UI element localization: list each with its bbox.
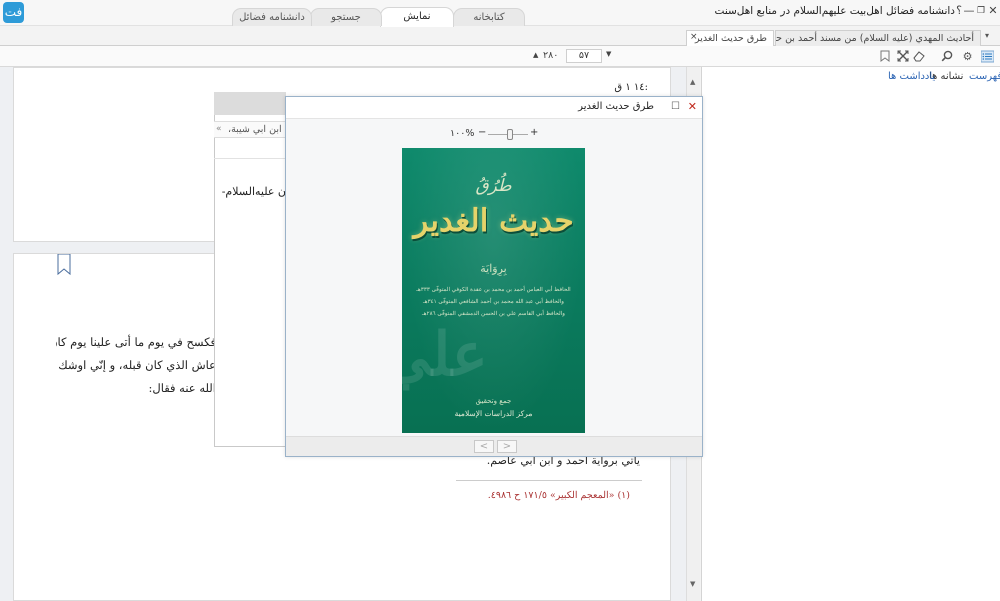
background-dialog-header [214,92,286,115]
image-viewer-title: طرق حديث الغدير [578,101,654,112]
previous-image-button[interactable]: < [474,440,494,453]
cover-title-top: طُرُقُ [475,176,512,196]
minimize-button[interactable]: — [963,5,975,17]
cover-watermark: علي [402,320,488,390]
page-upper-fragment: :١٤ ١ ق [614,82,648,93]
bookmark-icon[interactable] [878,50,891,63]
background-dialog-text: ن عليه‌السلام- [221,185,286,198]
background-dialog-divider [214,145,286,159]
image-viewer-footer [286,436,702,456]
zoom-in-button[interactable]: + [530,127,538,138]
zoom-out-button[interactable]: − [478,127,486,138]
maximize-icon[interactable]: ☐ [671,101,680,112]
app-logo: فت [3,2,24,23]
restore-button[interactable]: ❐ [975,5,987,17]
settings-gear-icon[interactable]: ⚙ [961,50,974,63]
cover-subtitle: بِرِوَايَة [480,262,507,275]
sidebar-tab-notes[interactable]: یادداشت ها [888,71,935,82]
search-icon[interactable] [940,50,953,63]
cover-publisher-bottom: مركز الدراسات الإسلامية [454,409,533,418]
close-button[interactable]: ✕ [987,5,999,17]
cover-publisher-top: جمع وتحقيق [475,397,512,405]
cover-authors: الحافظ أبي العباس أحمد بن محمد بن عقدة ا… [412,284,575,320]
background-dialog-nav-icon[interactable]: « [216,124,222,134]
toolbar [0,46,1000,67]
tab-display[interactable]: نمایش [380,7,454,27]
sidebar-tab-contents[interactable]: فهرست [969,71,1000,82]
zoom-level: ١٠٠% [450,128,475,139]
scroll-down-icon[interactable]: ▼ [690,580,695,588]
close-dialog-icon[interactable]: ✕ [688,100,697,113]
page-lower-paragraph: فكسح في يوم ما أتى علينا يوم كان عاش الذ… [56,331,216,400]
paragraph-line: عاش الذي كان قبله، و إنّي اوشك أن [56,358,216,372]
footnote-divider [456,480,642,481]
background-dialog-row-text: ابن ابي شيبة، [228,124,282,135]
doc-tab-mahdi[interactable]: أحاديث المهدي (عليه السلام) من مسند أحمد… [775,30,981,46]
tab-search[interactable]: جستجو [310,8,382,26]
page-bookmark-icon[interactable] [57,253,71,279]
side-panel [701,67,1000,601]
list-view-icon[interactable] [980,50,995,63]
doc-tab-ghadir[interactable]: طرق حديث الغدير [686,30,774,46]
app-window: دانشنامه فضائل اهل‌بیت علیهم‌السلام در م… [0,0,1000,601]
page-next-arrow-icon[interactable]: ▼ [606,50,611,58]
paragraph-line: فكسح في يوم ما أتى علينا يوم كان [56,335,216,349]
cover-author-line: الحافظ أبي العباس أحمد بن محمد بن عقدة ا… [416,287,571,293]
image-viewer-header: طرق حديث الغدير ☐ ✕ [286,97,702,119]
background-dialog-row[interactable]: « ابن ابي شيبة، [214,121,286,138]
doc-tab-ghadir-label: طرق حديث الغدير [694,33,767,44]
paragraph-line: الله عنه فقال: [148,381,216,395]
zoom-slider-thumb[interactable] [507,129,513,140]
window-title: دانشنامه فضائل اهل‌بیت علیهم‌السلام در م… [714,5,955,17]
book-cover-image: طُرُقُ حديث الغدير بِرِوَايَة الحافظ أبي… [402,148,585,433]
eraser-icon[interactable] [912,50,925,63]
page-total: ۲۸۰ [543,50,559,61]
cover-title-main: حديث الغدير [413,203,574,239]
doc-tab-close-icon[interactable]: × [690,32,698,42]
tab-encyclopedia[interactable]: دانشنامه فضائل [232,8,312,26]
zoom-slider[interactable] [488,129,528,140]
scroll-up-icon[interactable]: ▲ [690,78,695,86]
cover-author-line: والحافظ أبي عبد الله محمد بن أحمد الشافع… [423,299,564,305]
tabs-menu-icon[interactable]: ▾ [985,31,997,40]
page-number-input[interactable]: ۵۷ [566,49,602,63]
tab-library[interactable]: کتابخانه [453,8,525,26]
fit-page-icon[interactable] [896,50,909,63]
next-image-button[interactable]: > [497,440,517,453]
page-prev-arrow-icon[interactable]: ▲ [533,51,538,59]
footnote: (١) «المعجم الكبير» ١٧١/٥ ح ٤٩٨٦. [487,490,630,501]
cover-author-line: والحافظ أبي القاسم علي بن الحسن الدمشقي … [422,311,565,317]
